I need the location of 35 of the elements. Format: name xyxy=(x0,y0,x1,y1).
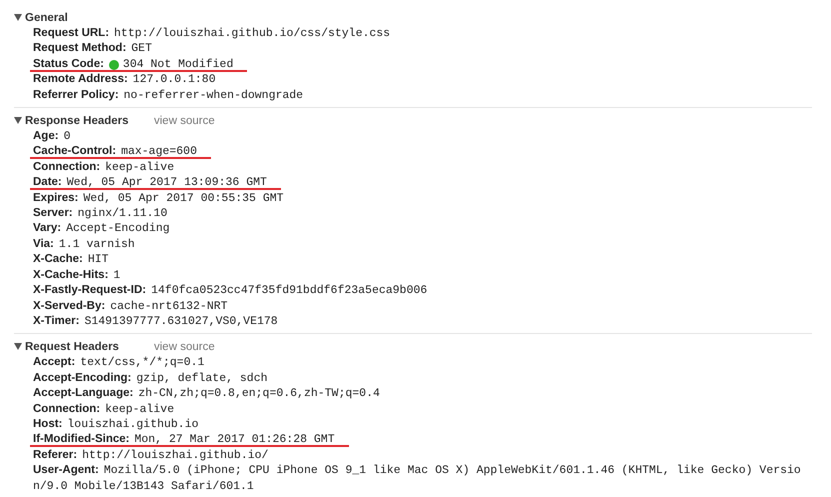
header-line: X-Cache-Hits: 1 xyxy=(33,268,120,281)
header-value: 304 Not Modified xyxy=(122,58,234,71)
header-line: Server: nginx/1.11.10 xyxy=(33,207,168,220)
header-line: If-Modified-Since: Mon, 27 Mar 2017 01:26:28 GMT xyxy=(33,433,335,446)
header-line: Age: 0 xyxy=(33,130,70,142)
header-line: X-Fastly-Request-ID: 14f0fca0523cc47f35fd91bddf6f23a5eca9b006 xyxy=(33,284,428,296)
disclosure-triangle-icon[interactable] xyxy=(14,14,22,21)
header-line: X-Served-By: cache-nrt6132-NRT xyxy=(33,300,228,312)
header-line: Referrer Policy: no-referrer-when-downgrade xyxy=(33,88,304,101)
header-line: Host: louiszhai.github.io xyxy=(33,418,199,430)
section-title[interactable]: Response Headers xyxy=(25,114,154,127)
header-line: Connection: keep-alive xyxy=(33,402,174,415)
disclosure-triangle-icon[interactable] xyxy=(14,343,22,350)
header-line: Accept: text/css,*/*;q=0.1 xyxy=(33,356,204,368)
header-line: User-Agent: Mozilla/5.0 (iPhone; CPU iPhone OS 9_1 like Mac OS X) AppleWebKit/601.1.46 (KHTML, like Gecko) Version/9.0 Mobile/13B143 Safari/601.1 xyxy=(33,464,801,492)
header-line: Accept-Encoding: gzip, deflate, sdch xyxy=(33,372,268,384)
view-source-link[interactable]: view source xyxy=(154,340,215,353)
header-line: Connection: keep-alive xyxy=(33,160,174,173)
section-title[interactable]: Request Headers xyxy=(25,340,154,353)
header-line: Request Method: GET xyxy=(33,42,152,54)
header-line: Accept-Language: zh-CN,zh;q=0.8,en;q=0.6,zh-TW;q=0.4 xyxy=(33,387,380,400)
header-line: X-Timer: S1491397777.631027,VS0,VE178 xyxy=(33,314,278,327)
header-line: Vary: Accept-Encoding xyxy=(33,222,170,234)
header-line: Expires: Wed, 05 Apr 2017 00:55:35 GMT xyxy=(33,192,284,204)
header-line: Request URL: http://louiszhai.github.io/css/style.css xyxy=(33,27,390,39)
header-line: Cache-Control: max-age=600 xyxy=(33,145,197,158)
header-line: Referer: http://louiszhai.github.io/ xyxy=(33,448,268,461)
header-line: Date: Wed, 05 Apr 2017 13:09:36 GMT xyxy=(33,176,267,188)
disclosure-triangle-icon[interactable] xyxy=(14,117,22,124)
header-line: Via: 1.1 varnish xyxy=(33,238,135,250)
section-title[interactable]: General xyxy=(25,12,154,24)
header-line: Remote Address: 127.0.0.1:80 xyxy=(33,73,216,86)
view-source-link[interactable]: view source xyxy=(154,114,215,127)
header-line: X-Cache: HIT xyxy=(33,253,109,266)
header-name: Status Code: xyxy=(33,58,104,70)
